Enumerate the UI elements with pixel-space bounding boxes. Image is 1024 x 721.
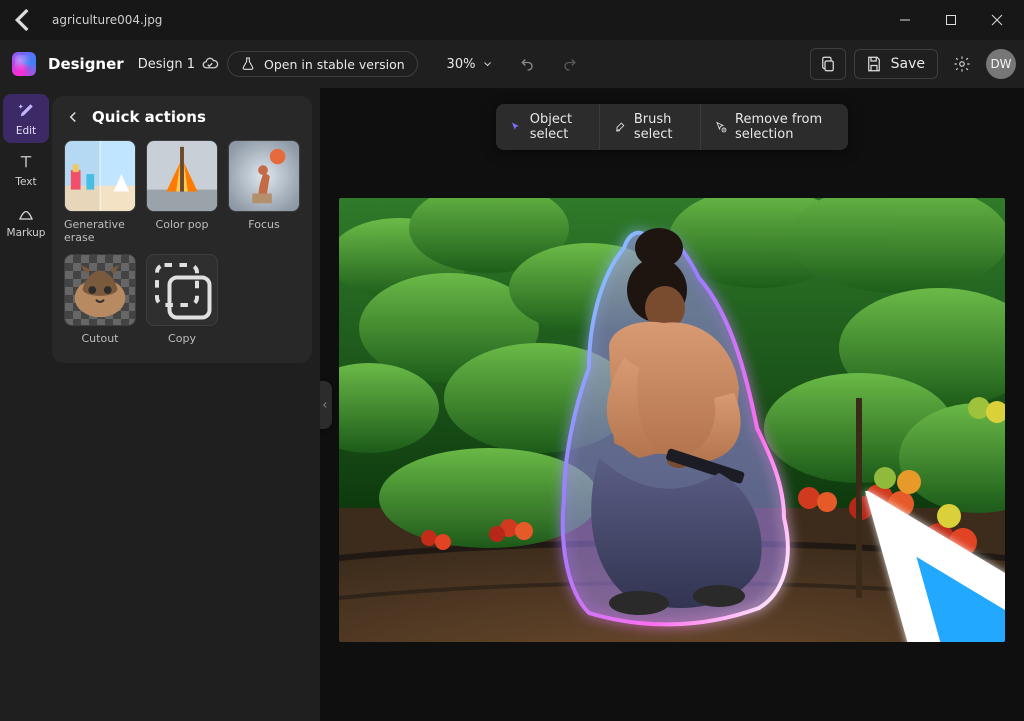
rail-item-label: Text xyxy=(15,176,36,188)
redo-icon xyxy=(560,55,578,73)
rail-item-text[interactable]: Text xyxy=(3,145,49,194)
tile-label: Cutout xyxy=(82,332,119,345)
object-select-label: Object select xyxy=(530,112,585,142)
gear-icon xyxy=(953,55,971,73)
copy-icon xyxy=(147,255,217,325)
brush-icon xyxy=(614,118,626,136)
redo-button[interactable] xyxy=(553,48,585,80)
user-avatar[interactable]: DW xyxy=(986,49,1016,79)
tile-thumb xyxy=(146,140,218,212)
tile-copy[interactable]: Copy xyxy=(146,254,218,345)
panel-collapse-handle[interactable] xyxy=(320,381,332,429)
window-minimize-button[interactable] xyxy=(882,0,928,40)
brush-select-button[interactable]: Brush select xyxy=(600,104,701,150)
quick-actions-panel: Quick actions xyxy=(52,88,320,721)
rail-item-label: Edit xyxy=(16,125,36,137)
design-name-label: Design 1 xyxy=(138,57,195,72)
chevron-left-icon xyxy=(320,400,330,410)
copy-icon xyxy=(819,55,837,73)
canvas-area[interactable]: Object select Brush select Remove from s… xyxy=(320,88,1024,721)
arrow-left-icon xyxy=(4,0,44,40)
remove-from-selection-button[interactable]: Remove from selection xyxy=(701,104,848,150)
app-bar: Designer Design 1 Open in stable version… xyxy=(0,40,1024,88)
object-select-button[interactable]: Object select xyxy=(496,104,600,150)
tile-thumb xyxy=(228,140,300,212)
selection-toolbar: Object select Brush select Remove from s… xyxy=(496,104,848,150)
brush-select-label: Brush select xyxy=(634,112,686,142)
remove-selection-icon xyxy=(715,118,727,136)
tile-label: Color pop xyxy=(156,218,209,231)
chevron-down-icon xyxy=(481,58,493,70)
beaker-icon xyxy=(240,56,256,72)
tile-label: Generative erase xyxy=(64,218,136,244)
zoom-value: 30% xyxy=(447,57,476,72)
open-stable-label: Open in stable version xyxy=(264,57,405,72)
save-button[interactable]: Save xyxy=(854,49,938,79)
markup-icon xyxy=(15,202,37,224)
open-stable-button[interactable]: Open in stable version xyxy=(227,51,418,77)
cloud-sync-icon xyxy=(201,55,219,73)
canvas-image[interactable] xyxy=(339,198,1005,642)
undo-icon xyxy=(518,55,536,73)
window-titlebar: agriculture004.jpg xyxy=(0,0,1024,40)
minimize-icon xyxy=(899,14,911,26)
rail-item-label: Markup xyxy=(7,227,46,239)
tile-cutout[interactable]: Cutout xyxy=(64,254,136,345)
settings-button[interactable] xyxy=(946,48,978,80)
chevron-left-icon xyxy=(64,108,82,126)
cursor-icon xyxy=(510,118,522,136)
design-name[interactable]: Design 1 xyxy=(138,55,219,73)
tile-focus[interactable]: Focus xyxy=(228,140,300,244)
tile-color-pop[interactable]: Color pop xyxy=(146,140,218,244)
panel-title: Quick actions xyxy=(92,108,206,126)
save-label: Save xyxy=(891,56,925,72)
rail-item-edit[interactable]: Edit xyxy=(3,94,49,143)
back-button[interactable] xyxy=(4,0,44,40)
tile-label: Copy xyxy=(168,332,196,345)
canvas-cursor-icon xyxy=(716,491,1005,642)
tile-thumb xyxy=(64,254,136,326)
app-brand: Designer xyxy=(48,55,124,73)
panel-back-button[interactable] xyxy=(64,108,82,126)
tile-label: Focus xyxy=(248,218,279,231)
tile-thumb xyxy=(64,140,136,212)
save-icon xyxy=(865,55,883,73)
window-maximize-button[interactable] xyxy=(928,0,974,40)
avatar-initials: DW xyxy=(990,57,1011,71)
text-icon xyxy=(15,151,37,173)
close-icon xyxy=(991,14,1003,26)
tile-thumb xyxy=(146,254,218,326)
rail-item-markup[interactable]: Markup xyxy=(3,196,49,245)
tile-generative-erase[interactable]: Generative erase xyxy=(64,140,136,244)
window-filename: agriculture004.jpg xyxy=(52,13,162,27)
undo-button[interactable] xyxy=(511,48,543,80)
maximize-icon xyxy=(945,14,957,26)
window-close-button[interactable] xyxy=(974,0,1020,40)
copy-button[interactable] xyxy=(810,48,846,80)
remove-selection-label: Remove from selection xyxy=(735,112,834,142)
sparkle-edit-icon xyxy=(15,100,37,122)
left-rail: Edit Text Markup xyxy=(0,88,52,721)
zoom-dropdown[interactable]: 30% xyxy=(439,53,502,76)
app-logo-icon xyxy=(12,52,36,76)
